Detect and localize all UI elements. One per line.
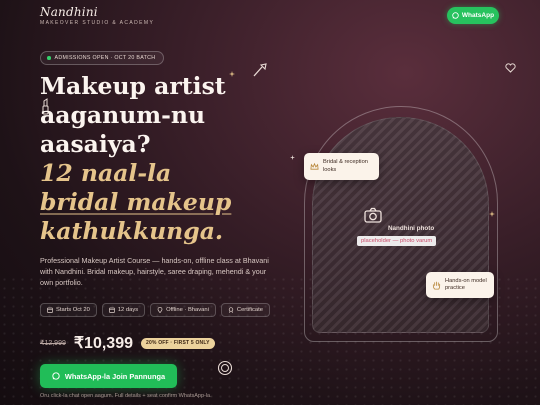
heart-icon	[505, 63, 516, 73]
discount-badge: 20% OFF · FIRST 5 ONLY	[141, 337, 215, 349]
price-row: ₹12,999 ₹10,399 20% OFF · FIRST 5 ONLY	[40, 333, 215, 353]
headline-line: Makeup artist	[40, 72, 226, 100]
crown-icon	[310, 162, 319, 170]
photo-label: Nandhini photo	[388, 225, 435, 232]
brand-tagline: MAKEOVER STUDIO & ACADEMY	[40, 20, 155, 26]
brand-logo[interactable]: Nandhini MAKEOVER STUDIO & ACADEMY	[40, 5, 154, 26]
header-whatsapp-button[interactable]: WhatsApp	[447, 7, 499, 24]
chip-start-date: Starts Oct 20	[40, 303, 97, 317]
current-price: ₹10,399	[73, 335, 133, 352]
chip-label: Offline · Bhavani	[166, 307, 209, 313]
join-whatsapp-label: WhatsApp-la Join Pannunga	[64, 371, 166, 381]
camera-icon	[364, 207, 382, 223]
hand-icon	[432, 281, 441, 290]
headline-line: aaganum-nu	[40, 101, 206, 129]
location-pin-icon	[157, 307, 163, 313]
admissions-badge-text: ADMISSIONS OPEN · OCT 20 BATCH	[54, 55, 156, 61]
sparkle-icon	[290, 155, 295, 160]
chip-certificate: Certificate	[220, 303, 270, 317]
hero-headline: Makeup artist aaganum-nu aasaiya? 12 naa…	[40, 72, 290, 246]
headline-highlight: 12 naal-la	[40, 159, 172, 187]
cta-footnote: Oru click-la chat open aagum. Full detai…	[40, 393, 212, 399]
admissions-badge: ADMISSIONS OPEN · OCT 20 BATCH	[40, 51, 165, 65]
headline-line: aasaiya?	[40, 130, 151, 158]
course-info-chips: Starts Oct 20 12 days Offline · Bhavani …	[40, 303, 270, 317]
feature-card-text: Hands-on model practice	[445, 277, 487, 292]
chip-duration: 12 days	[101, 303, 146, 317]
chip-label: Starts Oct 20	[56, 307, 90, 313]
chip-location: Offline · Bhavani	[150, 303, 216, 317]
certificate-icon	[228, 307, 234, 313]
landing-page: Nandhini MAKEOVER STUDIO & ACADEMY Whats…	[0, 0, 540, 405]
calendar-icon	[108, 307, 115, 313]
whatsapp-icon	[52, 372, 60, 380]
chip-label: 12 days	[117, 307, 139, 313]
join-whatsapp-button[interactable]: WhatsApp-la Join Pannunga	[40, 364, 177, 388]
photo-placeholder-note: placeholder — photo varum	[357, 236, 437, 246]
headline-highlight: kathukkunga.	[40, 217, 224, 245]
headline-highlight: bridal makeup	[40, 188, 232, 216]
compact-mirror-icon	[217, 360, 233, 376]
header-whatsapp-label: WhatsApp	[461, 12, 495, 19]
whatsapp-icon	[452, 12, 459, 19]
hero-description: Professional Makeup Artist Course — hand…	[40, 256, 269, 287]
feature-card-text: Bridal & reception looks	[323, 159, 368, 173]
brand-name: Nandhini	[40, 5, 98, 19]
live-dot	[47, 56, 51, 60]
chip-label: Certificate	[236, 307, 263, 313]
original-price: ₹12,999	[40, 340, 66, 347]
feature-card-bridal: Bridal & reception looks	[304, 153, 379, 180]
feature-card-hands-on: Hands-on model practice	[426, 272, 494, 298]
calendar-icon	[47, 307, 53, 313]
